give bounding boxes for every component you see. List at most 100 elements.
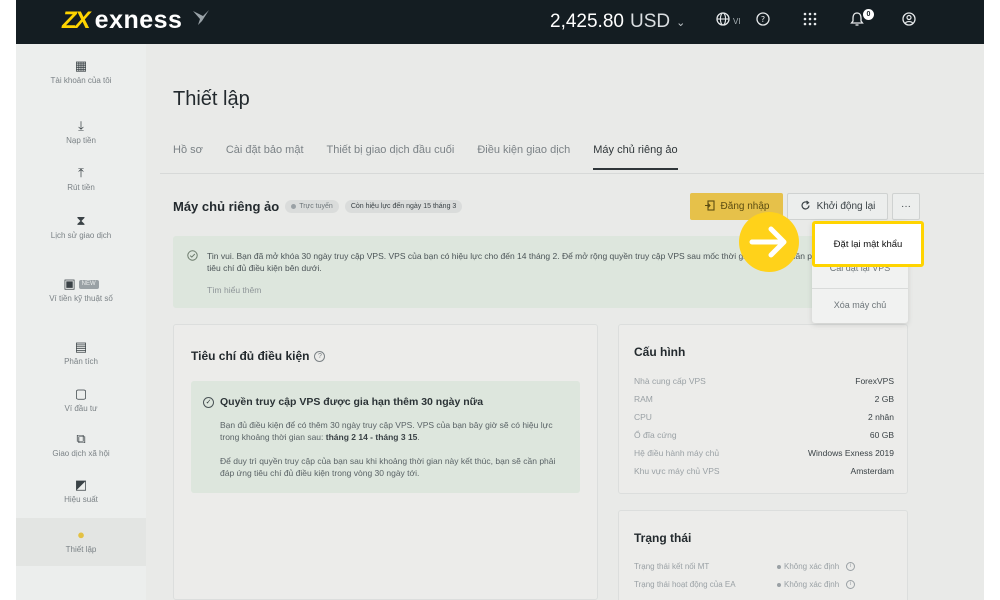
withdraw-icon: ⤒: [78, 165, 84, 180]
config-value: 2 GB: [874, 394, 894, 404]
app-frame: ZX exness 2,425.80 USD ⌄ VI ? 0 ▦ Tài kh…: [16, 0, 984, 600]
sidebar-item-label: Rút tiền: [67, 183, 95, 192]
config-row: Hệ điều hành máy chủ Windows Exness 2019: [634, 448, 894, 458]
menu-item-delete-server[interactable]: Xóa máy chủ: [812, 300, 908, 310]
config-key: Hệ điều hành máy chủ: [634, 448, 720, 458]
main-content: Thiết lập Hồ sơ Cài đặt bảo mật Thiết bị…: [146, 44, 984, 600]
sidebar-item-label: Thiết lập: [65, 545, 97, 554]
info-icon[interactable]: i: [846, 580, 856, 589]
performance-icon: ◩: [74, 477, 88, 492]
config-value: Windows Exness 2019: [808, 448, 894, 458]
sidebar-item-portfolio[interactable]: ▢ Ví đầu tư: [16, 387, 146, 414]
status-dot: [777, 564, 781, 569]
bell-icon: 0: [849, 9, 874, 31]
more-options-button[interactable]: ···: [892, 193, 920, 220]
config-value: 2 nhân: [868, 412, 894, 422]
tab-profile[interactable]: Hồ sơ: [173, 144, 203, 170]
tabs-divider: [160, 173, 984, 174]
deposit-icon: ⤓: [78, 118, 84, 133]
status-value: Không xác định i: [777, 562, 856, 571]
wallet-icon: ▣ NEW: [16, 277, 146, 291]
help-button[interactable]: ?: [756, 10, 770, 32]
hourglass-icon: ⧗: [76, 213, 86, 228]
sidebar-item-crypto-wallet[interactable]: ▣ NEW Ví tiền kỹ thuật số: [16, 277, 146, 304]
restart-icon: [800, 200, 811, 214]
login-icon: [704, 199, 715, 214]
status-key: Trạng thái hoạt động của EA: [634, 580, 736, 589]
globe-icon: [716, 12, 730, 30]
extension-paragraph-2: Để duy trì quyền truy cập của bạn sau kh…: [220, 456, 556, 478]
sidebar-item-my-accounts[interactable]: ▦ Tài khoản của tôi: [16, 59, 146, 86]
sidebar-item-withdraw[interactable]: ⤒ Rút tiền: [16, 166, 146, 193]
tab-vps[interactable]: Máy chủ riêng ảo: [593, 144, 678, 170]
balance-amount: 2,425.80: [550, 11, 624, 32]
social-icon: ⧉: [76, 431, 86, 446]
extension-paragraph-1: Bạn đủ điều kiện để có thêm 30 ngày truy…: [220, 419, 570, 443]
config-title: Cấu hình: [634, 345, 686, 359]
wallet-glyph: ▣: [63, 276, 76, 291]
tab-terminals[interactable]: Thiết bị giao dịch đầu cuối: [327, 144, 455, 170]
eligibility-title-row: Tiêu chí đủ điều kiện ?: [191, 349, 326, 363]
settings-tabs: Hồ sơ Cài đặt bảo mật Thiết bị giao dịch…: [173, 144, 701, 170]
profile-button[interactable]: [902, 10, 916, 32]
apps-button[interactable]: [803, 10, 817, 32]
sidebar-item-history[interactable]: ⧗ Lịch sử giao dịch: [16, 214, 146, 241]
status-dot: [291, 203, 297, 209]
tab-trading-conditions[interactable]: Điều kiện giao dịch: [477, 144, 570, 170]
p1-dates: tháng 2 14 - tháng 3 15: [325, 432, 418, 442]
extension-heading-row: ✓ Quyền truy cập VPS được gia hạn thêm 3…: [203, 396, 483, 408]
sidebar-item-analytics[interactable]: ▤ Phân tích: [16, 340, 146, 367]
sidebar-item-label: Phân tích: [64, 357, 98, 366]
question-icon[interactable]: ?: [314, 350, 326, 362]
sidebar-item-deposit[interactable]: ⤓ Nạp tiền: [16, 119, 146, 146]
notifications-button[interactable]: 0: [849, 9, 874, 32]
exness-logo[interactable]: ZX exness: [62, 6, 212, 35]
language-code: VI: [733, 16, 741, 26]
page-title: Thiết lập: [173, 88, 250, 110]
restart-button[interactable]: Khởi động lại: [787, 193, 888, 220]
sidebar-item-label: Hiệu suất: [64, 495, 98, 504]
balance-selector[interactable]: 2,425.80 USD ⌄: [550, 11, 685, 33]
extension-notice: ✓ Quyền truy cập VPS được gia hạn thêm 3…: [191, 381, 580, 493]
config-value: Amsterdam: [850, 466, 894, 476]
status-value-text: Không xác định: [784, 580, 840, 589]
status-card: Trạng thái Trạng thái kết nối MT Không x…: [618, 510, 908, 600]
tab-security[interactable]: Cài đặt bảo mật: [226, 144, 304, 170]
config-card: Cấu hình Nhà cung cấp VPS ForexVPS RAM 2 G…: [618, 324, 908, 494]
sidebar-item-social-trading[interactable]: ⧉ Giao dịch xã hội: [16, 432, 146, 459]
status-dot: [777, 582, 781, 587]
language-selector[interactable]: VI: [716, 10, 741, 32]
menu-item-reset-password[interactable]: Đặt lại mật khẩu: [812, 221, 924, 267]
sidebar-item-performance[interactable]: ◩ Hiệu suất: [16, 478, 146, 505]
status-badge: Trực tuyến: [285, 200, 339, 213]
config-key: RAM: [634, 394, 653, 404]
config-key: Khu vực máy chủ VPS: [634, 466, 720, 476]
status-title: Trạng thái: [634, 531, 692, 545]
chevron-down-icon: ⌄: [676, 16, 686, 29]
status-row: Trạng thái kết nối MT Không xác định i: [634, 562, 894, 571]
vps-header: Máy chủ riêng ảo Trực tuyến Còn hiệu lực…: [173, 199, 463, 214]
sidebar: ▦ Tài khoản của tôi ⤓ Nạp tiền ⤒ Rút tiề…: [16, 44, 146, 600]
status-value-text: Không xác định: [784, 562, 840, 571]
sidebar-item-label: Nạp tiền: [66, 136, 96, 145]
sidebar-item-label: Ví đầu tư: [64, 404, 98, 413]
settings-icon: ●: [77, 527, 85, 542]
svg-text:?: ?: [761, 15, 765, 24]
vps-title: Máy chủ riêng ảo: [173, 199, 280, 214]
config-row: Khu vực máy chủ VPS Amsterdam: [634, 466, 894, 476]
config-row: Nhà cung cấp VPS ForexVPS: [634, 376, 894, 386]
info-icon[interactable]: i: [846, 562, 856, 571]
learn-more-link[interactable]: Tìm hiểu thêm: [207, 285, 261, 295]
config-value: 60 GB: [869, 430, 894, 440]
balance-currency: USD: [629, 11, 671, 32]
p1-end: .: [417, 432, 420, 442]
config-key: CPU: [634, 412, 652, 422]
user-icon: [902, 12, 916, 30]
validity-badge: Còn hiệu lực đến ngày 15 tháng 3: [344, 200, 463, 213]
sidebar-item-settings[interactable]: ● Thiết lập: [16, 518, 146, 566]
grid-icon: ▦: [74, 58, 88, 73]
status-value: Không xác định i: [777, 580, 856, 589]
config-row: CPU 2 nhân: [634, 412, 894, 422]
sidebar-item-label: Lịch sử giao dịch: [50, 231, 112, 240]
eligibility-card: Tiêu chí đủ điều kiện ? ✓ Quyền truy cập…: [173, 324, 598, 600]
